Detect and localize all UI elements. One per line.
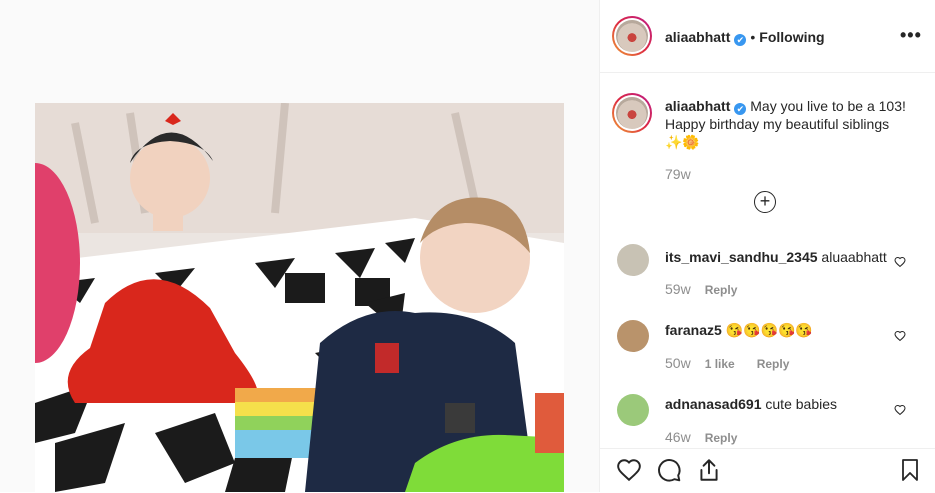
post-header: aliaabhatt ✔ • Following ••• [600,0,935,73]
comment-username[interactable]: adnanasad691 [665,396,762,412]
share-icon[interactable] [696,457,722,483]
comment-like-icon[interactable] [894,256,906,268]
caption-verified-badge-icon: ✔ [734,103,747,115]
comment-text: aluaabhatt [821,249,887,265]
plus-circle-icon[interactable]: + [754,191,776,213]
comment-username[interactable]: faranaz5 [665,322,722,338]
comment-icon[interactable] [656,457,682,483]
comment-like-icon[interactable] [894,330,906,342]
comment-username[interactable]: its_mavi_sandhu_2345 [665,249,818,265]
reply-button[interactable]: Reply [705,431,738,445]
comment-body: faranaz5 😘😘😘😘😘 [665,321,813,339]
caption-timestamp[interactable]: 79w [665,166,691,182]
comment-body: adnanasad691 cute babies [665,395,837,413]
author-avatar[interactable] [612,16,652,56]
more-options-icon[interactable]: ••• [900,26,922,44]
comment-body: its_mavi_sandhu_2345 aluaabhatt [665,248,887,266]
post-actions-bar [600,448,935,493]
post-sidebar: aliaabhatt ✔ • Following ••• aliaabhatt ✔ Ma… [599,0,935,492]
photo-illustration [35,103,564,492]
comment-time[interactable]: 50w [665,355,691,371]
post-photo[interactable] [35,103,564,492]
commenter-avatar[interactable] [617,320,649,352]
comment-item: its_mavi_sandhu_2345 aluaabhatt 59w Reply [600,244,935,304]
author-username[interactable]: aliaabhatt [665,29,730,45]
comment-time[interactable]: 59w [665,281,691,297]
comment-meta: 46w Reply [665,429,737,445]
verified-badge-icon: ✔ [734,34,747,46]
comment-item: faranaz5 😘😘😘😘😘 50w 1 like Reply [600,318,935,378]
header-user-line: aliaabhatt ✔ • Following [665,29,825,47]
comment-meta: 50w 1 like Reply [665,355,789,371]
comment-likes[interactable]: 1 like [705,357,735,371]
comment-meta: 59w Reply [665,281,737,297]
commenter-avatar[interactable] [617,394,649,426]
separator-dot: • [750,29,756,45]
bookmark-icon[interactable] [898,457,922,483]
caption-emojis: ✨🌼 [665,134,700,150]
caption-username[interactable]: aliaabhatt [665,98,730,114]
comment-text: 😘😘😘😘😘 [725,322,813,338]
comment-item: adnanasad691 cute babies 46w Reply [600,392,935,452]
reply-button[interactable]: Reply [705,283,738,297]
comment-text: cute babies [765,396,837,412]
caption-avatar[interactable] [612,93,652,133]
comment-like-icon[interactable] [894,404,906,416]
following-button[interactable]: Following [759,29,824,45]
heart-icon[interactable] [616,457,642,483]
comment-time[interactable]: 46w [665,429,691,445]
reply-button[interactable]: Reply [757,357,790,371]
caption: aliaabhatt ✔ May you live to be a 103! Ha… [665,97,915,151]
post-media-area [0,0,599,492]
commenter-avatar[interactable] [617,244,649,276]
